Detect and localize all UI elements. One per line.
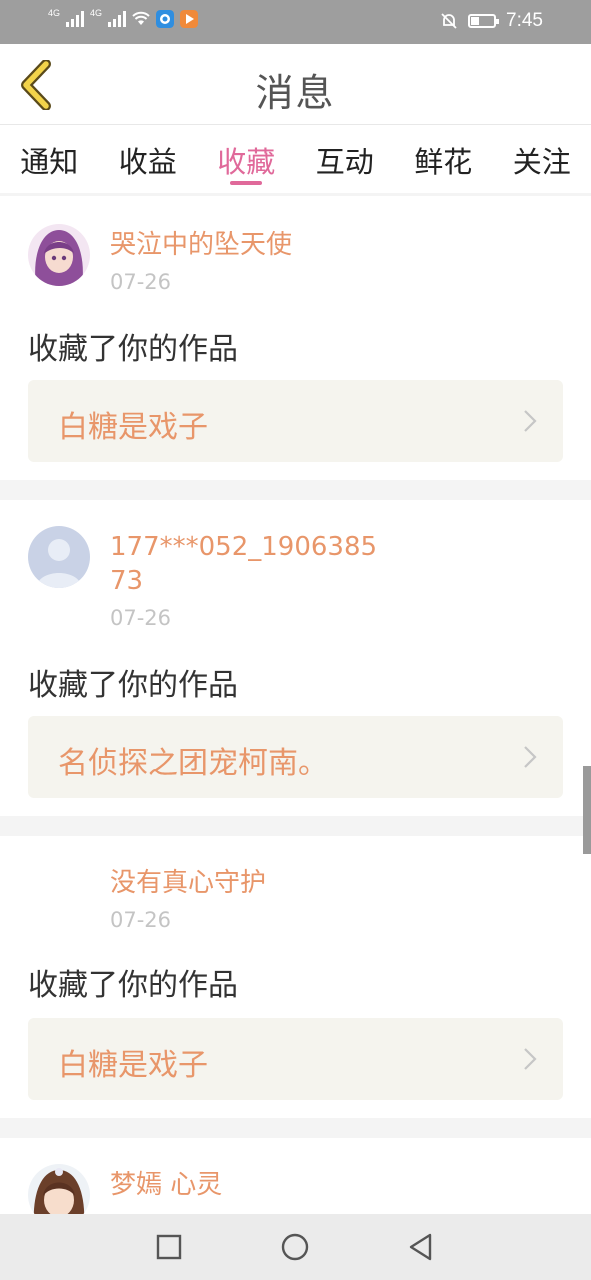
favorite-item: 没有真心守护 07-26 收藏了你的作品 白糖是戏子 (0, 836, 591, 1118)
network-type-2: 4G (90, 7, 103, 18)
favorite-item: 哭泣中的坠天使 07-26 收藏了你的作品 白糖是戏子 (0, 196, 591, 480)
favorite-item: 梦嫣 心灵 (0, 1138, 591, 1214)
username[interactable]: 梦嫣 心灵 (110, 1168, 410, 1202)
timestamp: 07-26 (110, 908, 172, 932)
favorite-item: 177***052_190638573 07-26 收藏了你的作品 名侦探之团宠… (0, 500, 591, 816)
scrollbar-thumb[interactable] (583, 766, 591, 854)
signal-2-icon (108, 11, 127, 27)
system-nav-bar (0, 1214, 591, 1280)
recent-apps-square-icon[interactable] (154, 1232, 184, 1262)
status-right: 7:45 (440, 10, 543, 32)
work-title: 白糖是戏子 (58, 410, 208, 445)
notification-video-icon (180, 10, 199, 28)
action-text: 收藏了你的作品 (28, 332, 238, 367)
tab-notifications[interactable]: 通知 (0, 125, 99, 193)
work-title: 白糖是戏子 (58, 1048, 208, 1083)
work-link[interactable]: 名侦探之团宠柯南。 (28, 716, 563, 798)
user-avatar[interactable] (28, 862, 90, 924)
username[interactable]: 哭泣中的坠天使 (110, 228, 410, 262)
tab-follows[interactable]: 关注 (493, 125, 591, 193)
notification-app-icon (156, 10, 175, 28)
chevron-right-icon (524, 746, 537, 768)
status-bar: 4G 4G 7:45 (0, 0, 591, 44)
item-separator (0, 480, 591, 500)
app-header: 消息 (0, 44, 591, 125)
action-text: 收藏了你的作品 (28, 968, 238, 1003)
tab-favorites[interactable]: 收藏 (197, 125, 296, 193)
work-link[interactable]: 白糖是戏子 (28, 380, 563, 462)
mute-bell-icon (441, 13, 457, 29)
username[interactable]: 177***052_190638573 (110, 530, 390, 598)
chevron-right-icon (524, 1048, 537, 1070)
anime-girl-avatar-icon (28, 1164, 90, 1214)
chevron-right-icon (524, 410, 537, 432)
wifi-icon (132, 11, 150, 25)
network-type-1: 4G (48, 7, 61, 18)
back-triangle-icon[interactable] (406, 1232, 436, 1262)
work-link[interactable]: 白糖是戏子 (28, 1018, 563, 1100)
default-avatar-icon (28, 526, 90, 588)
item-separator (0, 816, 591, 836)
user-avatar[interactable] (28, 526, 90, 588)
work-title: 名侦探之团宠柯南。 (58, 746, 328, 781)
anime-girl-avatar-icon (28, 224, 90, 286)
page-title: 消息 (255, 71, 336, 115)
signal-1-icon (66, 11, 85, 27)
tab-earnings[interactable]: 收益 (99, 125, 198, 193)
home-circle-icon[interactable] (280, 1232, 310, 1262)
item-separator (0, 1118, 591, 1138)
status-left: 4G 4G (48, 7, 199, 28)
tab-flowers[interactable]: 鲜花 (394, 125, 493, 193)
timestamp: 07-26 (110, 270, 172, 294)
timestamp: 07-26 (110, 606, 172, 630)
status-time: 7:45 (506, 10, 543, 31)
action-text: 收藏了你的作品 (28, 668, 238, 703)
user-avatar[interactable] (28, 1164, 90, 1214)
user-avatar[interactable] (28, 224, 90, 286)
username[interactable]: 没有真心守护 (110, 866, 410, 900)
battery-icon (468, 14, 500, 28)
tab-bar: 通知 收益 收藏 互动 鲜花 关注 (0, 125, 591, 193)
tab-interactions[interactable]: 互动 (296, 125, 395, 193)
